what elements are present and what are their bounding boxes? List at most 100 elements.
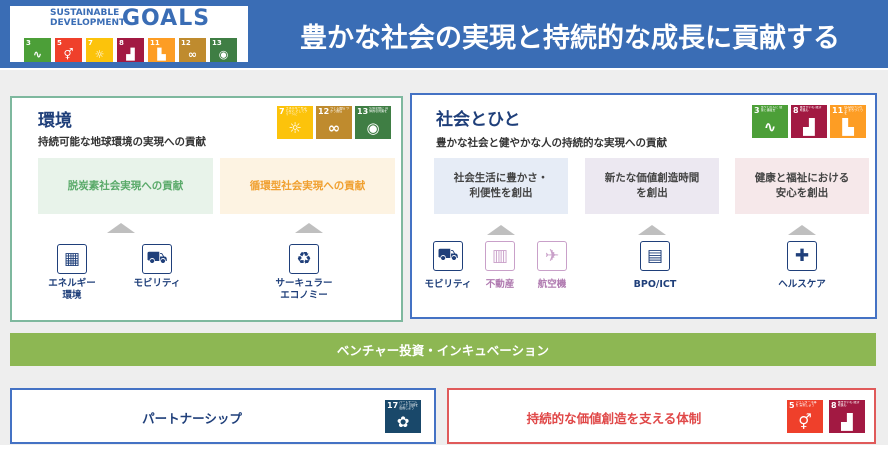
sdg-number: 11 [150, 39, 160, 47]
sdg-caption: 働きがいも 経済成長も [837, 401, 860, 407]
value-system-sdg-icons: 5 ジェンダー平等を 実現しよう ⚥ 8 働きがいも 経済成長も ▟ [787, 400, 871, 436]
sdg-number: 3 [754, 106, 760, 115]
value-system-box: 持続的な価値創造を支える体制 5 ジェンダー平等を 実現しよう ⚥ 8 働きがいも 経済… [447, 388, 876, 444]
sun-icon: ☼ [94, 48, 105, 61]
sdg-number: 8 [119, 39, 124, 47]
recycle-icon: ♻ [289, 244, 319, 274]
header-sdg-icons: 3 ∿ 5 ⚥ 7 ☼ 8 ▟ 11 ▙ 12 ∞ 13 ◉ [24, 38, 244, 62]
logo-line2: DEVELOPMENT [50, 18, 126, 28]
sdg-number: 7 [279, 107, 285, 116]
infinity-icon: ∞ [187, 48, 198, 61]
sun-icon: ☼ [288, 119, 302, 137]
sdg-goal-7-tile: 7 エネルギーをみんなに そしてクリーンに ☼ [277, 106, 313, 139]
sdgs-logo-text: SUSTAINABLE DEVELOPMENT [50, 8, 126, 28]
sdg-goal-8-tile: 8 働きがいも 経済成長も ▟ [791, 105, 827, 138]
page-title: 豊かな社会の実現と持続的な成長に貢献する [300, 23, 840, 54]
medical-cross-icon: ✚ [787, 241, 817, 271]
sdg-goal-8-tile: 8 ▟ [117, 38, 144, 62]
sdg-goal-3-tile: 3 ∿ [24, 38, 51, 62]
sdg-goal-11-tile: 11 ▙ [148, 38, 175, 62]
sdg-number: 12 [318, 107, 330, 116]
sdg-caption: 気候変動に 具体的な対策を [369, 107, 389, 113]
building-icon: ▥ [485, 241, 515, 271]
heartbeat-icon: ∿ [32, 48, 43, 61]
society-theme-card: 健康と福祉における 安心を創出 [735, 158, 869, 214]
environment-subtitle: 持続可能な地球環境の実現への貢献 [38, 136, 206, 148]
calculator-icon: ▤ [640, 241, 670, 271]
sdg-caption: エネルギーをみんなに そしてクリーンに [285, 107, 308, 116]
sdg-goal-5-tile: 5 ⚥ [55, 38, 82, 62]
sdg-number: 8 [793, 106, 799, 115]
city-icon: ▙ [157, 48, 166, 61]
sdg-number: 5 [57, 39, 62, 47]
flower-icon: ✿ [396, 413, 410, 431]
sdg-number: 13 [212, 39, 222, 47]
sdg-goal-13-tile: 13 ◉ [210, 38, 237, 62]
up-arrow-triangle [788, 225, 816, 235]
sdg-goal-7-tile: 7 ☼ [86, 38, 113, 62]
society-sdg-icons: 3 すべての人に 健康と福祉を ∿ 8 働きがいも 経済成長も ▟ 11 住み続けられる まち… [752, 105, 872, 141]
eye-icon: ◉ [366, 119, 380, 137]
sdg-goal-3-tile: 3 すべての人に 健康と福祉を ∿ [752, 105, 788, 138]
sdg-caption: すべての人に 健康と福祉を [760, 106, 783, 112]
up-arrow-triangle [487, 225, 515, 235]
icon-label-line: エネルギー [48, 278, 96, 289]
society-panel: 社会とひと 豊かな社会と健やかな人の持続的な実現への貢献 3 すべての人に 健康と… [410, 93, 877, 319]
society-title: 社会とひと [436, 110, 521, 130]
environment-theme-card: 循環型社会実現への貢献 [220, 158, 395, 214]
solar-panel-icon: ▦ [57, 244, 87, 274]
society-icon-label: BPO/ICT [633, 279, 677, 290]
sdg-number: 3 [26, 39, 31, 47]
sdg-caption: 働きがいも 経済成長も [799, 106, 822, 112]
icon-label-line: モビリティ [133, 278, 181, 289]
sdg-goal-5-tile: 5 ジェンダー平等を 実現しよう ⚥ [787, 400, 823, 433]
sdg-goal-17-tile: 17 パートナーシップで 目標を達成しよう ✿ [385, 400, 421, 433]
sdg-number: 5 [789, 401, 795, 410]
heartbeat-icon: ∿ [763, 118, 777, 136]
growth-chart-icon: ▟ [126, 48, 135, 61]
eye-icon: ◉ [218, 48, 229, 61]
car-icon: ⛟ [433, 241, 463, 271]
sdg-goal-13-tile: 13 気候変動に 具体的な対策を ◉ [355, 106, 391, 139]
up-arrow-triangle [295, 223, 323, 233]
venture-banner: ベンチャー投資・インキュベーション [10, 333, 876, 366]
sdg-caption: つくる責任 つかう責任 [330, 107, 350, 113]
sdg-number: 17 [387, 401, 399, 410]
sdg-goal-12-tile: 12 ∞ [179, 38, 206, 62]
sdg-caption: 住み続けられる まちづくりを [844, 106, 864, 115]
environment-sdg-icons: 7 エネルギーをみんなに そしてクリーンに ☼ 12 つくる責任 つかう責任 ∞ 13 気候変… [277, 106, 397, 142]
sdg-goal-11-tile: 11 住み続けられる まちづくりを ▙ [830, 105, 866, 138]
value-system-label: 持続的な価値創造を支える体制 [526, 411, 702, 426]
environment-icon-label: エネルギー 環境 [27, 278, 117, 302]
sdg-caption: ジェンダー平等を 実現しよう [795, 401, 817, 407]
icon-label-line: エコノミー [280, 290, 328, 301]
sdg-number: 13 [357, 107, 369, 116]
growth-chart-icon: ▟ [803, 118, 815, 136]
growth-chart-icon: ▟ [841, 413, 853, 431]
icon-label-line: サーキュラー [275, 278, 333, 289]
society-subtitle: 豊かな社会と健やかな人の持続的な実現への貢献 [436, 137, 667, 149]
icon-label-line: 環境 [62, 290, 82, 301]
society-theme-card: 新たな価値創造時間 を創出 [585, 158, 719, 214]
sdg-number: 12 [181, 39, 191, 47]
sdg-caption: パートナーシップで 目標を達成しよう [399, 401, 419, 410]
up-arrow-triangle [638, 225, 666, 235]
city-icon: ▙ [842, 118, 854, 136]
logo-line1: SUSTAINABLE [50, 8, 120, 18]
partnership-box: パートナーシップ 17 パートナーシップで 目標を達成しよう ✿ [10, 388, 436, 444]
airplane-icon: ✈ [537, 241, 567, 271]
infinity-icon: ∞ [327, 119, 341, 137]
partnership-label: パートナーシップ [142, 411, 242, 426]
environment-icon-label: サーキュラー エコノミー [259, 278, 349, 302]
sdg-number: 7 [88, 39, 93, 47]
environment-theme-card: 脱炭素社会実現への貢献 [38, 158, 213, 214]
environment-icon-label: モビリティ [112, 278, 202, 290]
car-icon: ⛟ [142, 244, 172, 274]
sdg-number: 8 [831, 401, 837, 410]
environment-panel: 環境 持続可能な地球環境の実現への貢献 7 エネルギーをみんなに そしてクリーンに… [10, 96, 403, 322]
sdg-goal-12-tile: 12 つくる責任 つかう責任 ∞ [316, 106, 352, 139]
gender-icon: ⚥ [63, 48, 74, 61]
logo-goals: GOALS [122, 6, 211, 31]
up-arrow-triangle [107, 223, 135, 233]
environment-title: 環境 [38, 111, 72, 131]
